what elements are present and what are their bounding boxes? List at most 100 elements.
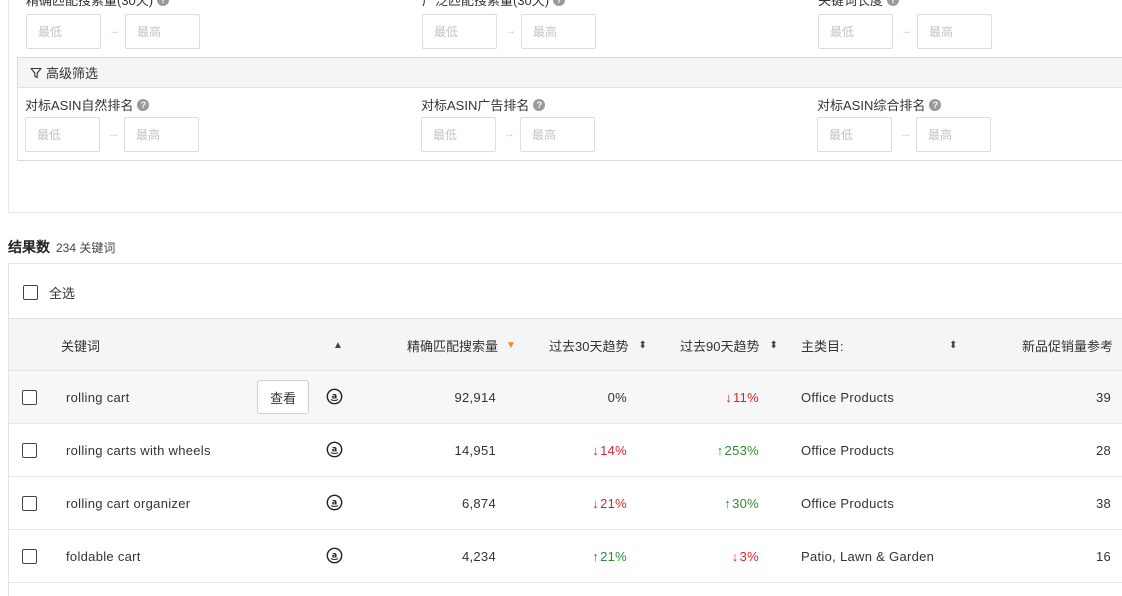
column-promo[interactable]: 新品促销量参考 bbox=[1022, 319, 1113, 371]
filter-asin-ad-rank: 对标ASIN广告排名 ? 最低 → 最高 bbox=[421, 95, 621, 155]
column-promo-label: 新品促销量参考 bbox=[1022, 338, 1114, 354]
filter-label-text: 精确匹配搜索量(30天) bbox=[26, 0, 154, 8]
advanced-filter-header[interactable]: 高级筛选 bbox=[18, 58, 1122, 88]
column-trend-90[interactable]: 过去90天趋势 ⬍ bbox=[680, 319, 778, 371]
filter-asin-overall-rank: 对标ASIN综合排名 ? 最低 → 最高 bbox=[817, 95, 1017, 155]
help-icon[interactable]: ? bbox=[157, 0, 170, 6]
table-row[interactable]: rolling cart 查看 a 92,914 0% ↓11% Office Prod… bbox=[9, 371, 1122, 424]
promo-value: 38 bbox=[1095, 495, 1111, 511]
exact-volume-cell: 92,914 bbox=[409, 371, 496, 423]
min-input[interactable]: 最低 bbox=[26, 14, 101, 49]
arrow-right-icon: → bbox=[109, 25, 120, 37]
exact-volume-cell: 4,234 bbox=[409, 530, 496, 582]
view-button[interactable]: 查看 bbox=[257, 380, 309, 414]
trend-30-cell: ↑21% bbox=[549, 530, 627, 582]
column-exact-volume-label: 精确匹配搜索量 bbox=[407, 338, 499, 354]
trend-percent: 14% bbox=[600, 442, 627, 458]
keyword-text: rolling cart bbox=[66, 389, 130, 405]
amazon-logo-icon[interactable]: a bbox=[326, 388, 343, 405]
row-checkbox[interactable] bbox=[22, 390, 37, 405]
help-icon[interactable]: ? bbox=[137, 98, 150, 111]
sort-icon[interactable]: ⬍ bbox=[638, 340, 646, 351]
results-table: 全选 关键词 ▲ 精确匹配搜索量 ▼ 过去30天趋势 ⬍ 过去90天趋势 ⬍ 主… bbox=[8, 263, 1122, 596]
exact-volume-cell: 14,951 bbox=[409, 424, 496, 476]
sort-desc-icon[interactable]: ▼ bbox=[506, 340, 516, 351]
promo-cell: 38 bbox=[1059, 477, 1111, 529]
row-checkbox[interactable] bbox=[22, 549, 37, 564]
trend-percent: 11% bbox=[733, 389, 759, 405]
promo-cell: 28 bbox=[1059, 424, 1111, 476]
trend-percent: 3% bbox=[739, 548, 759, 564]
filter-label: 对标ASIN自然排名 ? bbox=[25, 95, 150, 114]
table-row[interactable]: foldable cart a 4,234 ↑21% ↓3% Patio, Lawn … bbox=[9, 530, 1122, 583]
filter-label-text: 广泛匹配搜索量(30天) bbox=[422, 0, 550, 8]
table-row[interactable]: rolling carts with wheels a 14,951 ↓14% ↑2… bbox=[9, 424, 1122, 477]
keyword-cell[interactable]: rolling cart organizer bbox=[66, 477, 190, 529]
column-trend-30[interactable]: 过去30天趋势 ⬍ bbox=[549, 319, 647, 371]
arrow-up-icon: ↑ bbox=[592, 548, 600, 564]
amazon-logo-icon[interactable]: a bbox=[326, 494, 343, 511]
results-title: 结果数 bbox=[8, 239, 50, 255]
min-input[interactable]: 最低 bbox=[817, 117, 892, 152]
row-checkbox[interactable] bbox=[22, 443, 37, 458]
select-all-checkbox[interactable] bbox=[23, 285, 38, 300]
trend-90-cell: ↓11% bbox=[680, 371, 759, 423]
trend-90-cell: ↓3% bbox=[680, 530, 759, 582]
table-row[interactable]: rolling cart organizer a 6,874 ↓21% ↑30% Of… bbox=[9, 477, 1122, 530]
amazon-logo-icon[interactable]: a bbox=[326, 547, 343, 564]
trend-percent: 0% bbox=[607, 389, 627, 405]
trend-percent: 253% bbox=[724, 442, 759, 458]
category-cell: Office Products bbox=[801, 477, 894, 529]
row-checkbox[interactable] bbox=[22, 496, 37, 511]
max-input[interactable]: 最高 bbox=[521, 14, 596, 49]
column-keyword[interactable]: 关键词 bbox=[61, 319, 100, 371]
help-icon[interactable]: ? bbox=[887, 0, 900, 6]
results-count-text: 234 关键词 bbox=[56, 241, 116, 255]
filter-asin-organic-rank: 对标ASIN自然排名 ? 最低 → 最高 bbox=[25, 95, 225, 155]
min-input[interactable]: 最低 bbox=[818, 14, 893, 49]
promo-value: 28 bbox=[1095, 442, 1111, 458]
column-category[interactable]: 主类目: bbox=[801, 319, 844, 371]
help-icon[interactable]: ? bbox=[553, 0, 566, 6]
sort-icon[interactable]: ⬍ bbox=[769, 340, 777, 351]
category-value: Office Products bbox=[801, 442, 895, 458]
min-input[interactable]: 最低 bbox=[422, 14, 497, 49]
promo-cell: 16 bbox=[1059, 530, 1111, 582]
trend-value: ↓11% bbox=[725, 390, 759, 405]
sort-icon[interactable]: ⬍ bbox=[949, 319, 957, 371]
sort-icon[interactable]: ▲ bbox=[333, 319, 343, 371]
help-icon[interactable]: ? bbox=[533, 98, 546, 111]
amazon-logo-icon[interactable]: a bbox=[326, 441, 343, 458]
max-input[interactable]: 最高 bbox=[520, 117, 595, 152]
category-value: Office Products bbox=[801, 495, 895, 511]
max-input[interactable]: 最高 bbox=[916, 117, 991, 152]
exact-volume-value: 92,914 bbox=[454, 389, 496, 405]
category-cell: Office Products bbox=[801, 424, 894, 476]
svg-text:a: a bbox=[332, 444, 337, 453]
svg-text:a: a bbox=[332, 497, 337, 506]
max-input[interactable]: 最高 bbox=[917, 14, 992, 49]
min-input[interactable]: 最低 bbox=[25, 117, 100, 152]
column-keyword-label: 关键词 bbox=[61, 338, 101, 354]
filter-label-text: 对标ASIN自然排名 bbox=[25, 98, 134, 113]
exact-volume-value: 6,874 bbox=[461, 495, 496, 511]
max-input[interactable]: 最高 bbox=[125, 14, 200, 49]
keyword-cell[interactable]: foldable cart bbox=[66, 530, 141, 582]
category-value: Patio, Lawn & Garden bbox=[801, 548, 935, 564]
help-icon[interactable]: ? bbox=[929, 98, 942, 111]
keyword-cell[interactable]: rolling carts with wheels bbox=[66, 424, 211, 476]
column-trend-30-label: 过去30天趋势 bbox=[549, 338, 629, 354]
min-input[interactable]: 最低 bbox=[421, 117, 496, 152]
trend-percent: 21% bbox=[600, 495, 627, 511]
select-all[interactable]: 全选 bbox=[23, 283, 75, 302]
max-input[interactable]: 最高 bbox=[124, 117, 199, 152]
promo-value: 39 bbox=[1095, 389, 1111, 405]
keyword-text: rolling carts with wheels bbox=[66, 442, 211, 458]
arrow-down-icon: ↓ bbox=[731, 548, 739, 564]
column-exact-volume[interactable]: 精确匹配搜索量 ▼ bbox=[407, 319, 516, 371]
filter-icon bbox=[30, 67, 42, 78]
keyword-cell[interactable]: rolling cart bbox=[66, 371, 130, 423]
trend-value: 0% bbox=[608, 390, 627, 405]
trend-value: ↑30% bbox=[724, 496, 759, 511]
category-cell: Office Products bbox=[801, 371, 894, 423]
